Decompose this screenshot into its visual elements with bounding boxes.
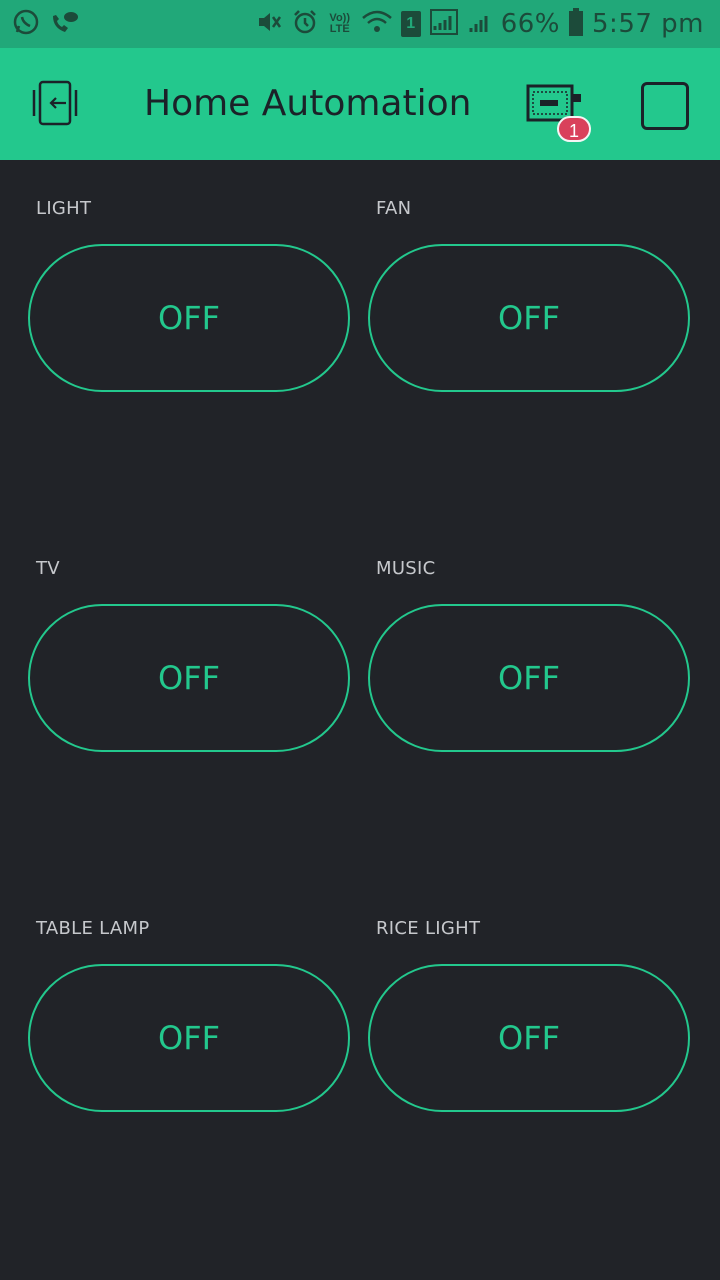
page-title: Home Automation bbox=[144, 83, 472, 124]
toggle-state: OFF bbox=[498, 1019, 560, 1057]
status-right-icons: Vo)) LTE 1 66% 5:57 pm bbox=[255, 6, 704, 42]
whatsapp-icon bbox=[12, 8, 40, 41]
toggle-table-lamp[interactable]: OFF bbox=[28, 964, 350, 1112]
toggle-music[interactable]: OFF bbox=[368, 604, 690, 752]
alarm-icon bbox=[291, 8, 319, 41]
toggle-state: OFF bbox=[158, 659, 220, 697]
exit-icon bbox=[32, 80, 78, 126]
exit-button[interactable] bbox=[30, 80, 82, 128]
volte-icon: Vo)) LTE bbox=[329, 12, 350, 35]
battery-percentage: 66% bbox=[500, 9, 561, 39]
phone-chat-icon bbox=[50, 8, 80, 41]
stop-button[interactable] bbox=[641, 82, 689, 130]
widget-label-rice-light: RICE LIGHT bbox=[376, 918, 481, 939]
toggle-state: OFF bbox=[158, 299, 220, 337]
status-time: 5:57 pm bbox=[592, 9, 704, 39]
status-bar: Vo)) LTE 1 66% 5:57 pm bbox=[0, 0, 720, 48]
toggle-light[interactable]: OFF bbox=[28, 244, 350, 392]
toggle-state: OFF bbox=[498, 299, 560, 337]
battery-icon bbox=[568, 7, 584, 42]
widget-label-table-lamp: TABLE LAMP bbox=[36, 918, 150, 939]
widget-label-fan: FAN bbox=[376, 198, 412, 219]
signal-icon-2 bbox=[467, 8, 493, 41]
widget-label-tv: TV bbox=[36, 558, 60, 579]
toggle-state: OFF bbox=[158, 1019, 220, 1057]
widget-label-light: LIGHT bbox=[36, 198, 92, 219]
mute-icon bbox=[255, 8, 283, 41]
toggle-tv[interactable]: OFF bbox=[28, 604, 350, 752]
wifi-icon bbox=[361, 8, 393, 41]
toggle-fan[interactable]: OFF bbox=[368, 244, 690, 392]
widget-label-music: MUSIC bbox=[376, 558, 436, 579]
status-left-icons bbox=[12, 8, 80, 40]
device-count-badge: 1 bbox=[557, 116, 591, 142]
signal-icon bbox=[429, 8, 459, 41]
toggle-state: OFF bbox=[498, 659, 560, 697]
toggle-rice-light[interactable]: OFF bbox=[368, 964, 690, 1112]
sim-icon: 1 bbox=[400, 11, 421, 37]
